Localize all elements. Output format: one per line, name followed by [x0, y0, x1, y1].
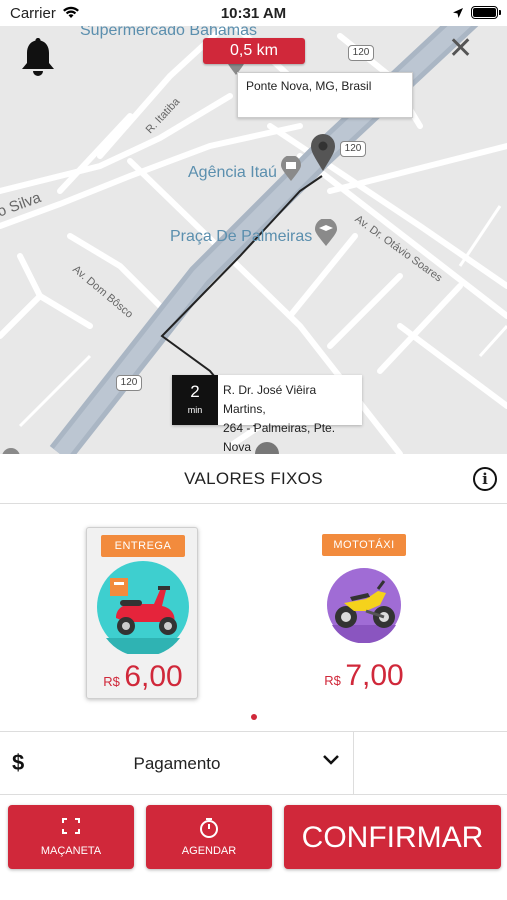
chevron-down-icon[interactable] [322, 754, 340, 766]
highway-shield: 120 [340, 141, 366, 157]
confirm-label: CONFIRMAR [301, 821, 484, 854]
price-value: 7,00 [345, 659, 404, 692]
confirm-button[interactable]: CONFIRMAR [284, 805, 501, 869]
distance-badge: 0,5 km [203, 38, 305, 64]
page-indicator-dot [251, 714, 257, 720]
destination-pin-icon[interactable] [310, 134, 336, 172]
highway-shield: 120 [348, 45, 374, 61]
price-currency: R$ [324, 673, 341, 688]
agendar-label: AGENDAR [181, 845, 237, 857]
destination-address: Ponte Nova, MG, Brasil [246, 79, 372, 93]
eta-value: 2 [190, 382, 200, 401]
map-view[interactable]: Supermercado Bahamas Agência Itaú Praça … [0, 26, 507, 454]
map-pin-partial-icon [2, 448, 20, 454]
stopwatch-icon [200, 818, 218, 838]
service-card-entrega[interactable]: ENTREGA R$ 6,00 [86, 527, 198, 699]
payment-select[interactable]: Pagamento [0, 754, 354, 774]
agendar-button[interactable]: AGENDAR [146, 805, 272, 869]
clock: 10:31 AM [220, 5, 287, 22]
close-icon[interactable]: ✕ [448, 34, 473, 64]
price-currency: R$ [103, 674, 120, 689]
info-icon[interactable]: i [473, 467, 497, 491]
battery-icon [471, 6, 501, 19]
eta-badge: 2 min [172, 375, 218, 425]
eta-unit: min [187, 405, 203, 415]
fixed-values-header: VALORES FIXOS i [0, 454, 507, 504]
bell-icon[interactable] [20, 36, 56, 78]
motorcycle-icon [327, 568, 401, 643]
origin-address-line1: R. Dr. José Viêira Martins, [223, 383, 317, 416]
fixed-values-title: VALORES FIXOS [184, 469, 323, 488]
highway-shield: 120 [116, 375, 142, 391]
price-value: 6,00 [124, 660, 183, 693]
school-poi-icon [315, 219, 337, 246]
payment-extra-field[interactable] [354, 732, 507, 794]
bank-poi-icon [281, 156, 301, 181]
macaneta-label: MAÇANETA [40, 845, 102, 857]
origin-address: R. Dr. José Viêira Martins, 264 - Palmei… [223, 381, 362, 454]
service-tag: ENTREGA [101, 535, 185, 557]
payment-row: $ Pagamento [0, 731, 507, 795]
status-bar: Carrier 10:31 AM [0, 0, 507, 26]
scooter-icon [97, 561, 189, 654]
poi-praca: Praça De Palmeiras [170, 228, 313, 245]
destination-callout[interactable]: Ponte Nova, MG, Brasil [237, 72, 413, 118]
origin-address-line2: 264 - Palmeiras, Pte. Nova [223, 421, 336, 454]
macaneta-button[interactable]: MAÇANETA [8, 805, 134, 869]
location-arrow-icon [453, 8, 463, 18]
origin-callout[interactable]: 2 min R. Dr. José Viêira Martins, 264 - … [172, 375, 362, 454]
service-options: ENTREGA R$ 6,00 MOTOTÁXI R$ 7,00 [0, 505, 507, 731]
service-price: R$ 6,00 [87, 660, 199, 694]
poi-agencia: Agência Itaú [188, 164, 277, 181]
service-card-mototaxi[interactable]: MOTOTÁXI R$ 7,00 [308, 527, 420, 699]
service-tag: MOTOTÁXI [322, 534, 406, 556]
expand-icon [62, 818, 80, 834]
service-price: R$ 7,00 [308, 659, 420, 693]
